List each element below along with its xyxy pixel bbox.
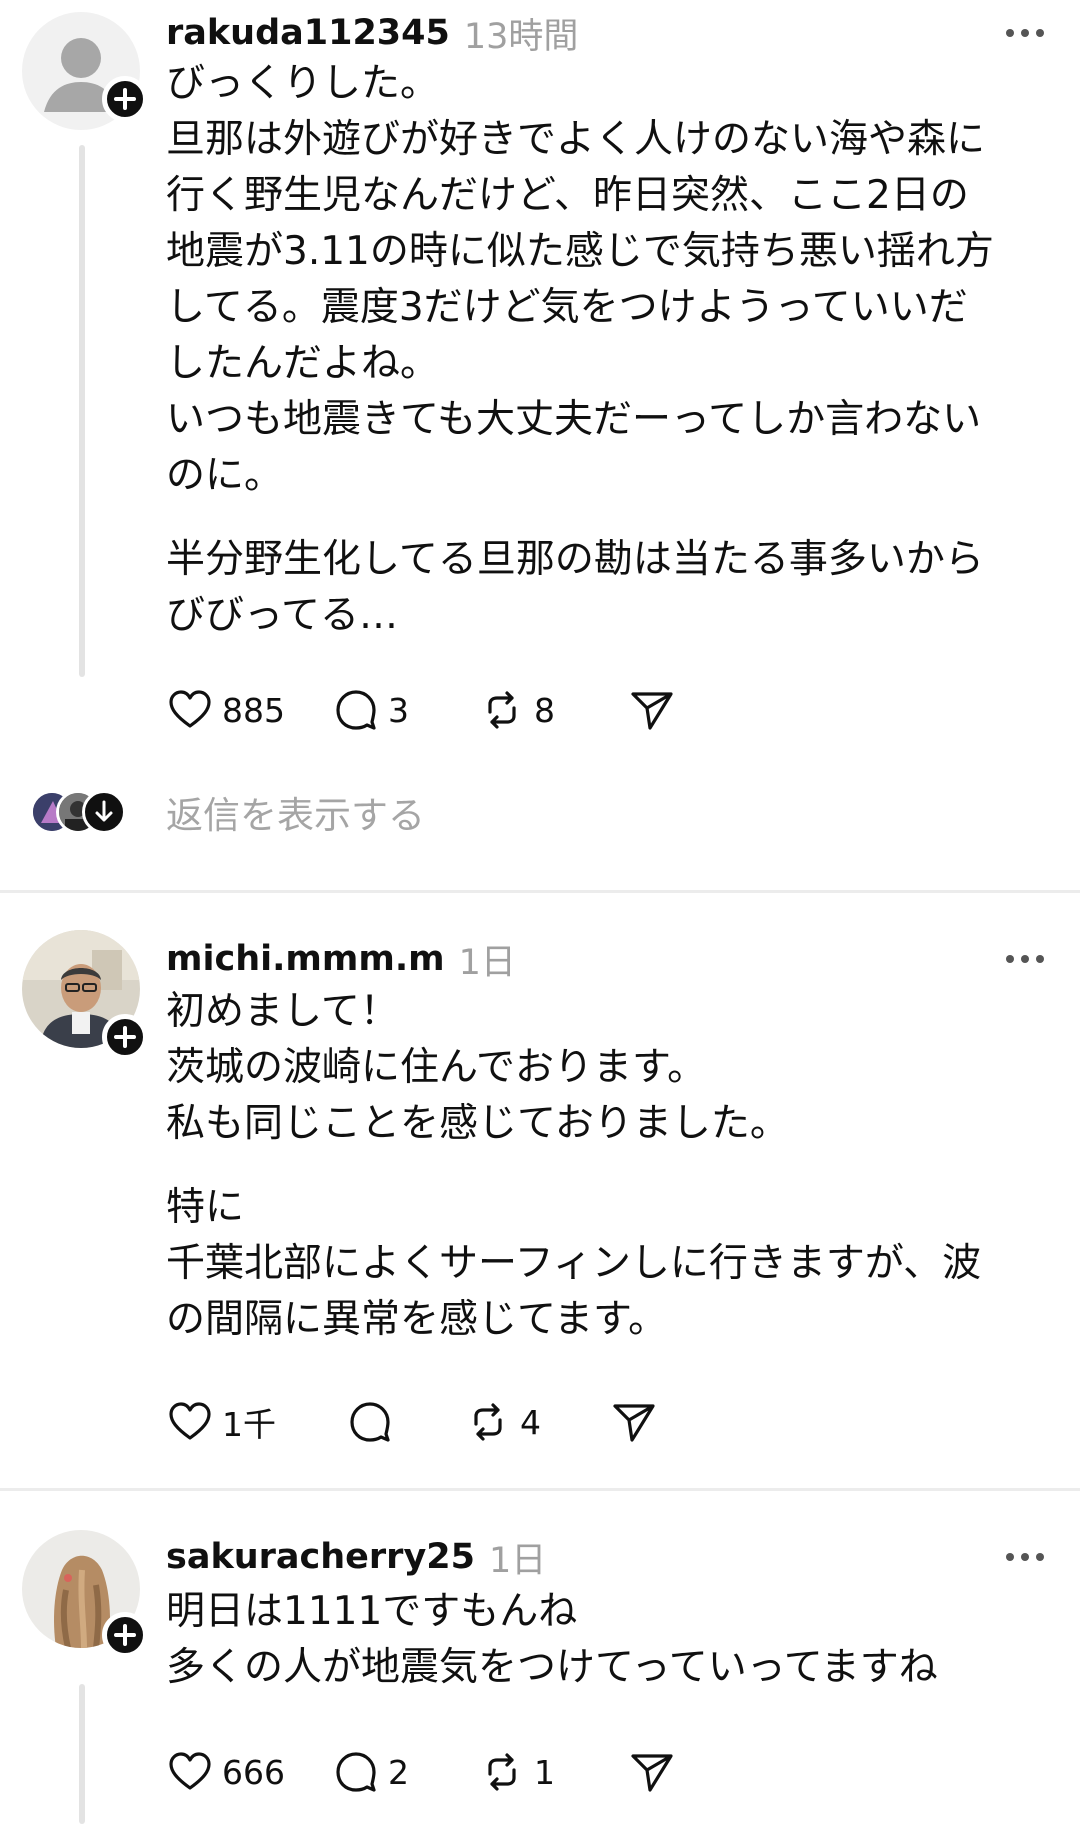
- action-bar: 1千 4: [166, 1392, 658, 1452]
- repost-count: 1: [534, 1752, 555, 1792]
- repost-button[interactable]: 4: [464, 1392, 610, 1452]
- timestamp: 1日: [458, 942, 516, 983]
- text-line: したんだよね。: [166, 341, 440, 386]
- show-replies[interactable]: 返信を表示する: [30, 784, 425, 840]
- text-line: 多くの人が地震気をつけてっていってますね: [166, 1645, 938, 1690]
- post-2: michi.mmm.m 1日 初めまして！ 茨城の波崎に住んでおります。 私も同…: [0, 930, 1080, 1450]
- more-button[interactable]: [1000, 18, 1050, 48]
- timestamp: 1日: [488, 1540, 547, 1581]
- heart-icon: [169, 690, 211, 728]
- reply-button[interactable]: 2: [332, 1742, 478, 1802]
- speech-bubble-icon: [336, 690, 376, 730]
- like-button[interactable]: 666: [166, 1742, 332, 1802]
- more-button[interactable]: [1000, 1542, 1050, 1572]
- more-button[interactable]: [1000, 944, 1050, 974]
- divider: [0, 890, 1080, 893]
- post-header: michi.mmm.m 1日: [166, 934, 1060, 984]
- text-line: 明日は1111ですもんね: [166, 1589, 578, 1634]
- thread-line: [79, 1684, 85, 1824]
- post-text: 初めまして！ 茨城の波崎に住んでおります。 私も同じことを感じておりました。 特…: [166, 984, 1046, 1348]
- reply-button[interactable]: 3: [332, 680, 478, 740]
- post-header: rakuda112345 13時間: [166, 8, 1060, 58]
- reply-count: 2: [388, 1752, 409, 1792]
- text-line: のに。: [166, 453, 284, 498]
- post-3: sakuracherry25 1日 明日は1111ですもんね 多くの人が地震気を…: [0, 1530, 1080, 1847]
- plus-icon: [114, 1026, 136, 1048]
- send-icon: [631, 692, 673, 730]
- text-line: 特に: [166, 1185, 245, 1230]
- more-dots-icon: [1006, 29, 1044, 37]
- thread-line: [79, 145, 85, 677]
- heart-icon: [169, 1752, 211, 1790]
- text-line: 千葉北部によくサーフィンしに行きますが、波: [166, 1241, 982, 1286]
- show-replies-label[interactable]: 返信を表示する: [166, 785, 425, 839]
- send-icon: [631, 1754, 673, 1792]
- text-line: いつも地震きても大丈夫だーってしか言わない: [166, 397, 982, 442]
- text-line: びっくりした。: [166, 61, 440, 106]
- post-1: rakuda112345 13時間 びっくりした。 旦那は外遊びが好きでよく人け…: [0, 0, 1080, 837]
- post-header: sakuracherry25 1日: [166, 1532, 1060, 1582]
- more-dots-icon: [1006, 955, 1044, 963]
- username[interactable]: rakuda112345: [166, 13, 450, 53]
- reply-button[interactable]: [346, 1392, 464, 1452]
- text-line: の間隔に異常を感じてます。: [166, 1297, 668, 1342]
- text-line: 私も同じことを感じておりました。: [166, 1101, 789, 1146]
- like-button[interactable]: 1千: [166, 1392, 346, 1452]
- share-button[interactable]: [628, 1742, 676, 1802]
- divider: [0, 1488, 1080, 1491]
- like-count: 885: [222, 690, 285, 730]
- username[interactable]: sakuracherry25: [166, 1537, 475, 1577]
- heart-icon: [169, 1402, 211, 1440]
- expand-button[interactable]: [82, 790, 126, 834]
- text-line: してる。震度3だけど気をつけようっていいだ: [166, 285, 968, 330]
- repost-icon: [488, 1753, 516, 1791]
- action-bar: 666 2 1: [166, 1742, 676, 1802]
- text-line: 半分野生化してる旦那の勘は当たる事多いから: [166, 537, 984, 582]
- follow-button[interactable]: [102, 76, 148, 122]
- repost-count: 8: [534, 690, 555, 730]
- post-text: 明日は1111ですもんね 多くの人が地震気をつけてっていってますね: [166, 1584, 1046, 1696]
- reply-count: 3: [388, 690, 409, 730]
- text-line: 初めまして！: [166, 989, 399, 1034]
- like-count: 1千: [222, 1405, 276, 1444]
- text-line: 茨城の波崎に住んでおります。: [166, 1045, 707, 1090]
- plus-icon: [114, 1624, 136, 1646]
- text-line: 行く野生児なんだけど、昨日突然、ここ2日の: [166, 173, 969, 218]
- send-icon: [613, 1404, 655, 1442]
- repost-icon: [488, 691, 516, 729]
- follow-button[interactable]: [102, 1612, 148, 1658]
- repost-icon: [474, 1403, 502, 1441]
- like-button[interactable]: 885: [166, 680, 332, 740]
- repost-count: 4: [520, 1402, 541, 1442]
- post-text: びっくりした。 旦那は外遊びが好きでよく人けのない海や森に 行く野生児なんだけど…: [166, 56, 1046, 644]
- like-count: 666: [222, 1752, 285, 1792]
- action-bar: 885 3 8: [166, 680, 676, 740]
- text-line: 地震が3.11の時に似た感じで気持ち悪い揺れ方: [166, 229, 994, 274]
- speech-bubble-icon: [350, 1402, 390, 1442]
- repost-button[interactable]: 8: [478, 680, 628, 740]
- arrow-down-icon: [95, 800, 113, 822]
- text-line: 旦那は外遊びが好きでよく人けのない海や森に: [166, 117, 986, 162]
- more-dots-icon: [1006, 1553, 1044, 1561]
- share-button[interactable]: [610, 1392, 658, 1452]
- timestamp: 13時間: [463, 16, 579, 57]
- username[interactable]: michi.mmm.m: [166, 939, 445, 979]
- plus-icon: [114, 88, 136, 110]
- reply-avatars: [30, 787, 134, 837]
- speech-bubble-icon: [336, 1752, 376, 1792]
- follow-button[interactable]: [102, 1014, 148, 1060]
- text-line: びびってる…: [166, 593, 399, 638]
- share-button[interactable]: [628, 680, 676, 740]
- repost-button[interactable]: 1: [478, 1742, 628, 1802]
